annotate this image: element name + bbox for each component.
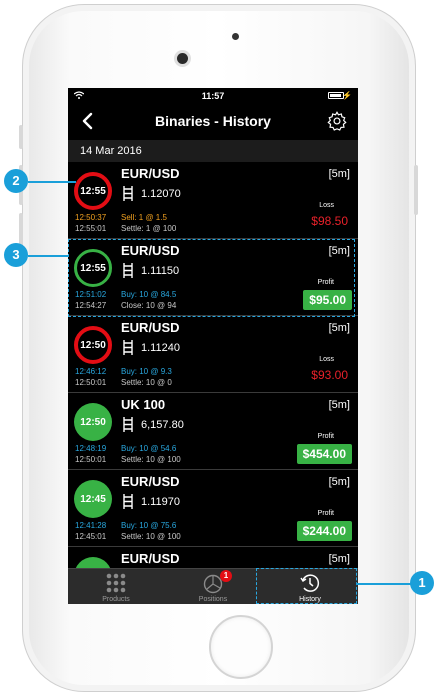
strike-ladder-icon (123, 494, 133, 509)
nav-bar: Binaries - History (68, 104, 358, 138)
callout-2-line (28, 181, 76, 183)
strike-ladder-icon (123, 340, 133, 355)
expiry-duration: [5m] (328, 553, 350, 565)
open-time: 12:46:12 (75, 367, 107, 376)
highlight-history-tab (256, 568, 357, 604)
page-title: Binaries - History (155, 113, 271, 129)
expiry-timer: 12:50 (74, 326, 112, 364)
open-time: 12:50:37 (75, 213, 107, 222)
trade-action: Sell: 1 @ 1.5 (121, 213, 167, 222)
tab-products[interactable]: Products (68, 569, 164, 604)
tab-label: Positions (198, 596, 228, 603)
date-label: 14 Mar 2016 (80, 145, 142, 157)
result-label: Profit (317, 510, 334, 517)
table-row[interactable]: 12:55 EUR/USD [5m] 1.12070 12:50:37 12:5… (68, 162, 358, 239)
trade-settle: Settle: 10 @ 0 (121, 378, 172, 387)
callout-1: 1 (410, 571, 434, 595)
expiry-timer: 12:55 (74, 172, 112, 210)
loss-amount: $93.00 (311, 368, 348, 382)
strike-ladder-icon (123, 417, 133, 432)
strike-price: 1.11240 (141, 342, 180, 354)
close-time: 12:55:01 (75, 224, 107, 233)
expiry-timer: 12:50 (74, 403, 112, 441)
trade-action: Buy: 10 @ 54.6 (121, 444, 177, 453)
highlight-trade-row (68, 239, 355, 317)
notification-badge: 1 (220, 570, 232, 582)
asset-name: UK 100 (121, 397, 166, 412)
strike-price: 6,157.80 (141, 419, 184, 431)
trade-settle: Settle: 1 @ 100 (121, 224, 177, 233)
status-time: 11:57 (201, 91, 225, 101)
trade-action: Buy: 10 @ 75.6 (121, 521, 177, 530)
result-label: Loss (319, 202, 334, 209)
result-label: Loss (319, 356, 334, 363)
expiry-duration: [5m] (328, 322, 350, 334)
table-row[interactable]: 12:45 EUR/USD [5m] 1.11970 12:41:28 12:4… (68, 470, 358, 547)
callout-1-line (356, 583, 412, 585)
table-row[interactable]: 12:50 EUR/USD [5m] 1.11240 12:46:12 12:5… (68, 316, 358, 393)
asset-name: EUR/USD (121, 320, 180, 335)
asset-name: EUR/USD (121, 474, 180, 489)
open-time: 12:48:19 (75, 444, 107, 453)
strike-price: 1.11970 (141, 496, 180, 508)
gear-icon[interactable] (326, 110, 348, 132)
callout-3: 3 (4, 243, 28, 267)
home-button[interactable] (209, 615, 273, 679)
power-button (414, 165, 418, 215)
close-time: 12:50:01 (75, 455, 107, 464)
asset-name: EUR/USD (121, 551, 180, 566)
strike-ladder-icon (123, 186, 133, 201)
grid-icon (106, 573, 126, 593)
table-row[interactable]: 12:50 UK 100 [5m] 6,157.80 12:48:19 12:5… (68, 393, 358, 470)
result-label: Profit (317, 433, 334, 440)
close-time: 12:45:01 (75, 532, 107, 541)
trade-settle: Settle: 10 @ 100 (121, 455, 181, 464)
callout-3-line (28, 255, 68, 257)
charging-icon: ⚡ (342, 91, 352, 100)
callout-2: 2 (4, 169, 28, 193)
date-section-header: 14 Mar 2016 (68, 140, 358, 162)
asset-name: EUR/USD (121, 166, 180, 181)
tab-positions[interactable]: 1 Positions (165, 569, 261, 604)
status-bar: 11:57 ⚡ (68, 88, 358, 104)
profit-amount: $244.00 (296, 521, 352, 541)
close-time: 12:50:01 (75, 378, 107, 387)
trade-settle: Settle: 10 @ 100 (121, 532, 181, 541)
strike-price: 1.12070 (141, 188, 181, 200)
expiry-duration: [5m] (328, 476, 350, 488)
expiry-duration: [5m] (328, 168, 350, 180)
front-camera (177, 53, 188, 64)
open-time: 12:41:28 (75, 521, 107, 530)
trade-action: Buy: 10 @ 9.3 (121, 367, 172, 376)
loss-amount: $98.50 (311, 214, 348, 228)
app-screen: 11:57 ⚡ Binaries - History 14 Mar 2016 1… (68, 88, 358, 604)
expiry-duration: [5m] (328, 399, 350, 411)
earpiece (232, 33, 239, 40)
expiry-timer: 12:45 (74, 480, 112, 518)
profit-amount: $454.00 (296, 444, 352, 464)
mute-switch (19, 125, 23, 149)
tab-label: Products (102, 596, 130, 603)
